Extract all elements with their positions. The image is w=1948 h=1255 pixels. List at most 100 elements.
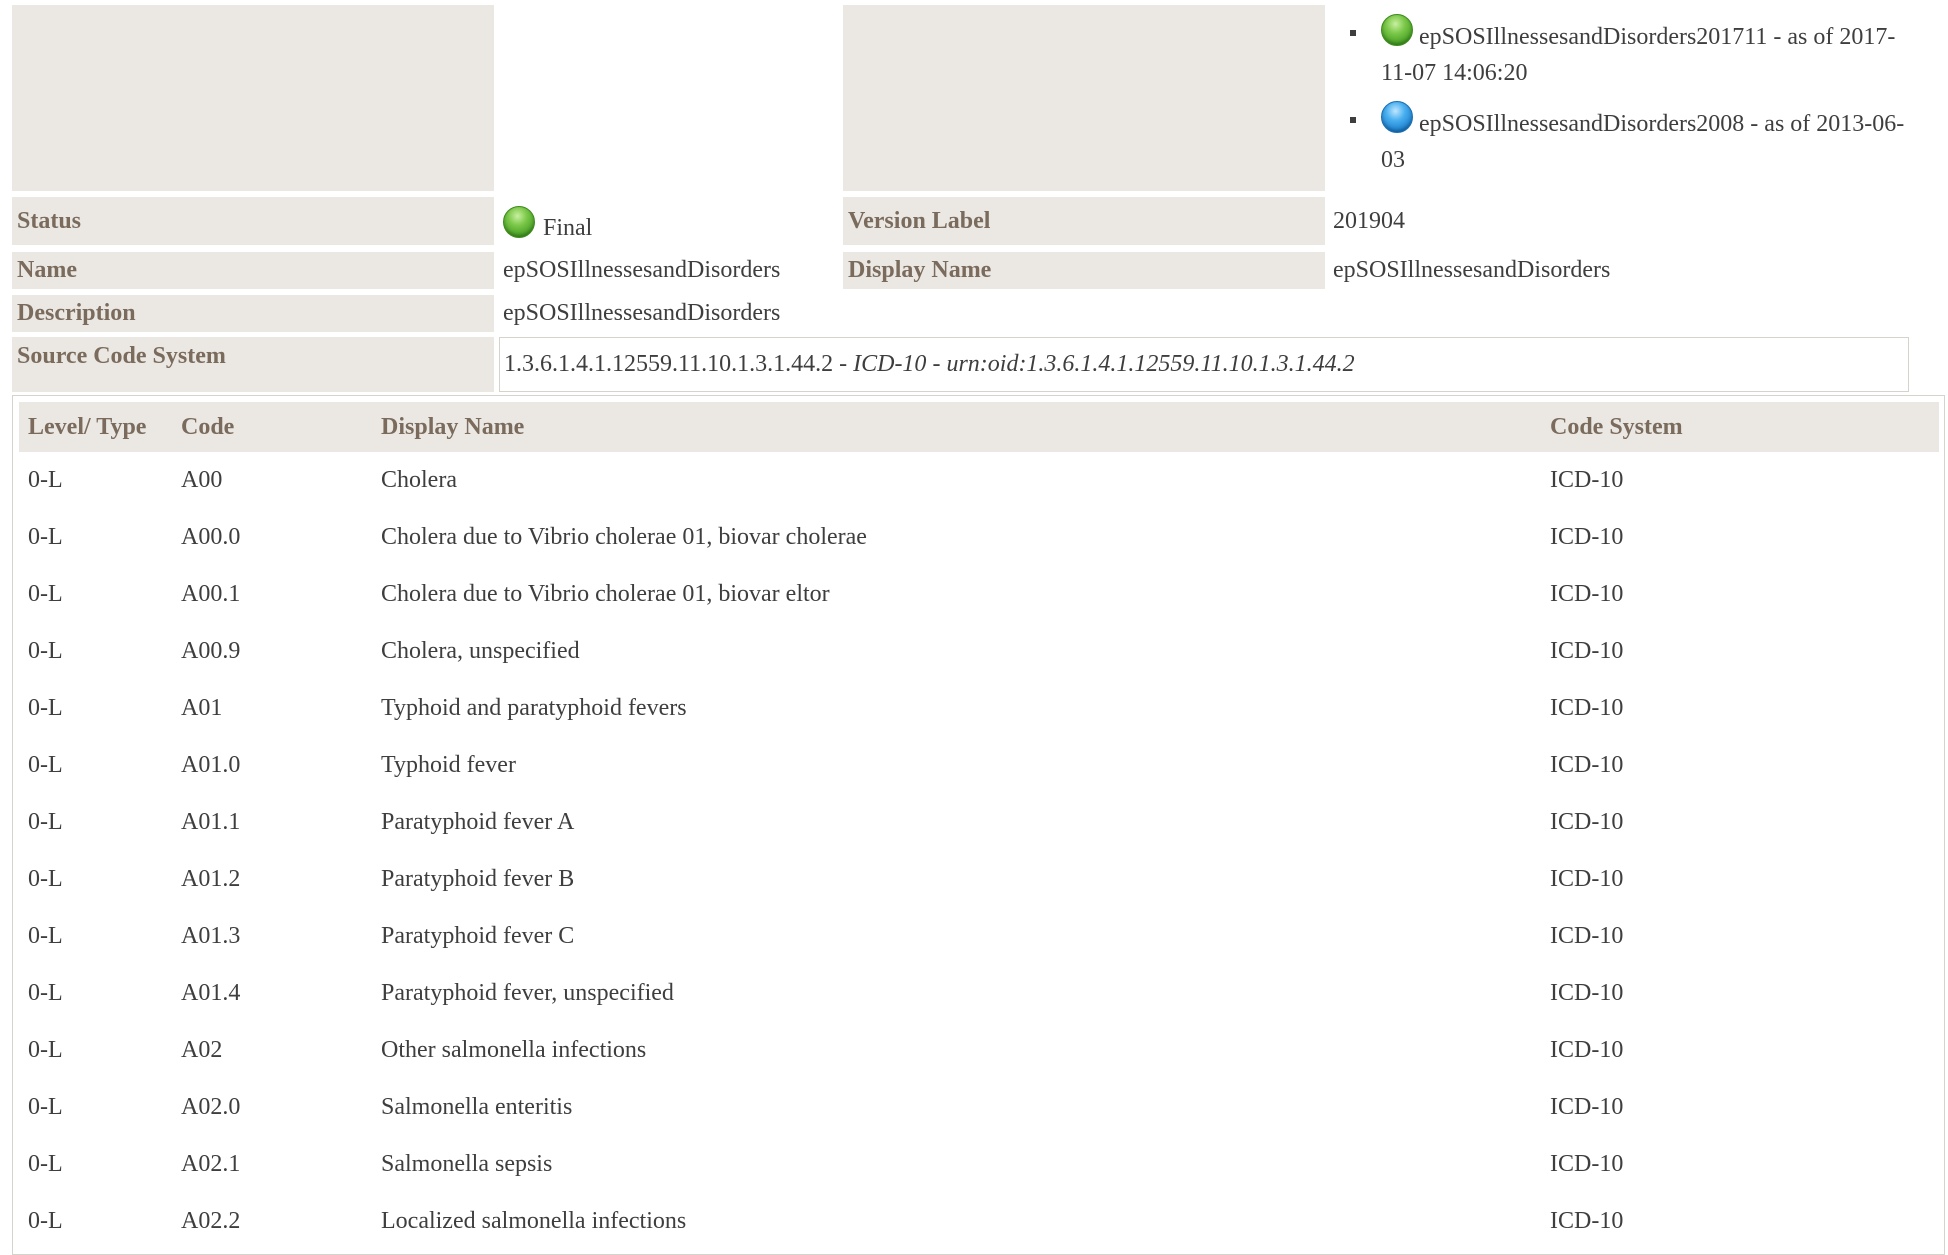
cell-level-type: 0-L [28,1094,63,1120]
status-final-icon [503,206,535,238]
cell-code: A00.9 [181,638,241,664]
cell-code-system: ICD-10 [1550,923,1624,949]
cell-level-type: 0-L [28,524,63,550]
description-value: epSOSIllnessesandDisorders [503,300,781,326]
table-row[interactable]: 0-L A02 Other salmonella infections ICD-10 [19,1022,1939,1079]
cell-level-type: 0-L [28,1037,63,1063]
status-value: Final [503,199,592,245]
cell-display-name: Cholera, unspecified [381,638,580,664]
cell-display-name: Salmonella enteritis [381,1094,573,1120]
table-row[interactable]: 0-L A02.2 Localized salmonella infections I… [19,1193,1939,1250]
version-history-list: epSOSIllnessesandDisorders201711 - as of… [1350,14,1910,188]
cell-code-system: ICD-10 [1550,467,1624,493]
table-row[interactable]: 0-L A01.1 Paratyphoid fever A ICD-10 [19,794,1939,851]
cell-code: A02 [181,1037,223,1063]
version-item[interactable]: epSOSIllnessesandDisorders2008 - as of 2… [1350,101,1910,178]
cell-code-system: ICD-10 [1550,809,1624,835]
cell-display-name: Paratyphoid fever A [381,809,575,835]
source-code-system-label: Source Code System [12,337,494,392]
cell-code-system: ICD-10 [1550,1151,1624,1177]
version-label-value: 201904 [1333,207,1405,234]
display-name-value: epSOSIllnessesandDisorders [1333,257,1611,283]
version-item-label[interactable]: epSOSIllnessesandDisorders2008 - as of 2… [1381,111,1904,173]
cell-code: A01.3 [181,923,241,949]
cell-code: A02.1 [181,1151,241,1177]
display-name-label: Display Name [843,252,1325,289]
source-name: ICD-10 [853,351,927,377]
cell-display-name: Paratyphoid fever C [381,923,575,949]
header-panel-right [843,5,1325,191]
table-row[interactable]: 0-L A01 Typhoid and paratyphoid fevers ICD-… [19,680,1939,737]
cell-code: A01.1 [181,809,241,835]
cell-code-system: ICD-10 [1550,866,1624,892]
cell-level-type: 0-L [28,866,63,892]
cell-code: A02.0 [181,1094,241,1120]
column-header-code-system[interactable]: Code System [1550,402,1683,452]
column-header-level-type[interactable]: Level/ Type [28,402,146,452]
status-label: Status [12,197,494,245]
column-header-display-name[interactable]: Display Name [381,402,524,452]
cell-display-name: Cholera due to Vibrio cholerae 01, biova… [381,524,867,550]
source-urn: urn:oid:1.3.6.1.4.1.12559.11.10.1.3.1.44… [946,351,1355,377]
description-label: Description [12,295,494,332]
cell-level-type: 0-L [28,1208,63,1234]
column-header-code[interactable]: Code [181,402,234,452]
cell-level-type: 0-L [28,752,63,778]
cell-code: A00.0 [181,524,241,550]
source-sep: - [833,351,854,377]
source-sep: - [926,351,947,377]
cell-code-system: ICD-10 [1550,638,1624,664]
table-row[interactable]: 0-L A01.2 Paratyphoid fever B ICD-10 [19,851,1939,908]
table-row[interactable]: 0-L A02.1 Salmonella sepsis ICD-10 [19,1136,1939,1193]
cell-code: A02.2 [181,1208,241,1234]
status-other-icon [1381,101,1413,133]
source-code-system-value: 1.3.6.1.4.1.12559.11.10.1.3.1.44.2 - ICD… [499,337,1909,392]
table-row[interactable]: 0-L A02.0 Salmonella enteritis ICD-10 [19,1079,1939,1136]
cell-display-name: Paratyphoid fever, unspecified [381,980,674,1006]
table-row[interactable]: 0-L A00 Cholera ICD-10 [19,452,1939,509]
cell-code-system: ICD-10 [1550,524,1624,550]
cell-level-type: 0-L [28,467,63,493]
version-item[interactable]: epSOSIllnessesandDisorders201711 - as of… [1350,14,1910,91]
version-item-label[interactable]: epSOSIllnessesandDisorders201711 - as of… [1381,24,1895,86]
cell-code-system: ICD-10 [1550,1094,1624,1120]
cell-code: A00 [181,467,223,493]
cell-code: A01 [181,695,223,721]
cell-display-name: Cholera due to Vibrio cholerae 01, biova… [381,581,830,607]
cell-display-name: Typhoid and paratyphoid fevers [381,695,687,721]
cell-code-system: ICD-10 [1550,695,1624,721]
table-row[interactable]: 0-L A00.9 Cholera, unspecified ICD-10 [19,623,1939,680]
status-final-icon [1381,14,1413,46]
cell-level-type: 0-L [28,809,63,835]
cell-code-system: ICD-10 [1550,581,1624,607]
table-row[interactable]: 0-L A01.4 Paratyphoid fever, unspecified IC… [19,965,1939,1022]
version-label-label: Version Label [843,197,1325,245]
cell-code: A01.4 [181,980,241,1006]
table-header: Level/ Type Code Display Name Code Syste… [19,402,1939,452]
status-text: Final [543,214,593,241]
cell-level-type: 0-L [28,695,63,721]
table-row[interactable]: 0-L A00.0 Cholera due to Vibrio cholerae 0… [19,509,1939,566]
table-row[interactable]: 0-L A01.3 Paratyphoid fever C ICD-10 [19,908,1939,965]
cell-code-system: ICD-10 [1550,1037,1624,1063]
cell-display-name: Salmonella sepsis [381,1151,553,1177]
table-row[interactable]: 0-L A01.0 Typhoid fever ICD-10 [19,737,1939,794]
cell-display-name: Paratyphoid fever B [381,866,575,892]
cell-level-type: 0-L [28,581,63,607]
source-oid: 1.3.6.1.4.1.12559.11.10.1.3.1.44.2 [504,351,834,377]
cell-display-name: Localized salmonella infections [381,1208,687,1234]
cell-code: A01.2 [181,866,241,892]
cell-display-name: Other salmonella infections [381,1037,647,1063]
name-value: epSOSIllnessesandDisorders [503,257,781,283]
concept-table: Level/ Type Code Display Name Code Syste… [12,395,1945,1255]
name-label: Name [12,252,494,289]
table-row[interactable]: 0-L A00.1 Cholera due to Vibrio cholerae 0… [19,566,1939,623]
cell-level-type: 0-L [28,980,63,1006]
cell-code: A00.1 [181,581,241,607]
cell-level-type: 0-L [28,638,63,664]
bullet-icon [1350,30,1356,36]
bullet-icon [1350,117,1356,123]
cell-level-type: 0-L [28,923,63,949]
cell-display-name: Typhoid fever [381,752,516,778]
cell-display-name: Cholera [381,467,457,493]
